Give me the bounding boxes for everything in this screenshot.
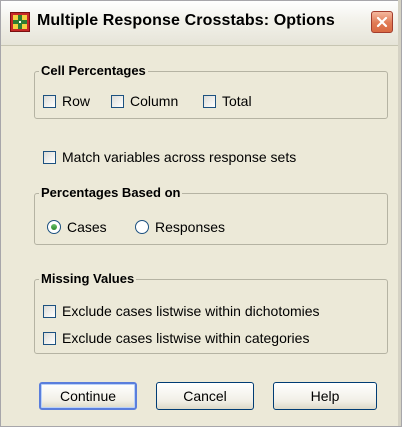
selected-dot [51, 224, 57, 230]
help-button[interactable]: Help [273, 382, 377, 410]
missing-values-legend: Missing Values [39, 271, 137, 286]
column-checkbox-label: Column [130, 93, 179, 109]
row-checkbox-box[interactable] [43, 94, 56, 108]
cases-radio[interactable]: Cases [47, 219, 107, 235]
row-checkbox-label: Row [62, 93, 91, 109]
exclude-dichotomies-label: Exclude cases listwise within dichotomie… [62, 303, 320, 319]
row-checkbox[interactable]: Row [43, 93, 90, 109]
match-variables-label: Match variables across response sets [62, 149, 297, 165]
total-checkbox-label: Total [222, 93, 252, 109]
cell-percentages-group: Cell Percentages Row Column Total [34, 63, 388, 119]
total-checkbox[interactable]: Total [203, 93, 252, 109]
percentages-based-on-legend: Percentages Based on [39, 185, 183, 200]
responses-radio-label: Responses [155, 219, 226, 235]
cases-radio-label: Cases [67, 219, 107, 235]
match-variables-checkbox[interactable]: Match variables across response sets [43, 149, 296, 165]
continue-button[interactable]: Continue [39, 382, 137, 410]
column-checkbox[interactable]: Column [111, 93, 178, 109]
exclude-categories-label: Exclude cases listwise within categories [62, 330, 310, 346]
exclude-dichotomies-checkbox-box[interactable] [43, 304, 56, 318]
column-checkbox-box[interactable] [111, 94, 124, 108]
exclude-categories-checkbox[interactable]: Exclude cases listwise within categories [43, 330, 309, 346]
options-dialog: Multiple Response Crosstabs: Options Cel… [0, 0, 402, 427]
close-icon [376, 16, 388, 28]
cases-radio-button[interactable] [47, 220, 61, 234]
close-button[interactable] [371, 11, 393, 33]
match-variables-checkbox-box[interactable] [43, 150, 56, 164]
cell-percentages-legend: Cell Percentages [39, 63, 148, 78]
window-title: Multiple Response Crosstabs: Options [37, 12, 335, 29]
total-checkbox-box[interactable] [203, 94, 216, 108]
exclude-categories-checkbox-box[interactable] [43, 331, 56, 345]
crosstabs-app-icon [10, 12, 30, 32]
responses-radio-button[interactable] [135, 220, 149, 234]
window-edge [398, 0, 401, 426]
missing-values-group: Missing Values Exclude cases listwise wi… [34, 271, 388, 354]
percentages-based-on-group: Percentages Based on Cases Responses [34, 185, 388, 245]
title-bar[interactable]: Multiple Response Crosstabs: Options [1, 1, 401, 46]
cancel-button[interactable]: Cancel [156, 382, 254, 410]
responses-radio[interactable]: Responses [135, 219, 225, 235]
exclude-dichotomies-checkbox[interactable]: Exclude cases listwise within dichotomie… [43, 303, 320, 319]
